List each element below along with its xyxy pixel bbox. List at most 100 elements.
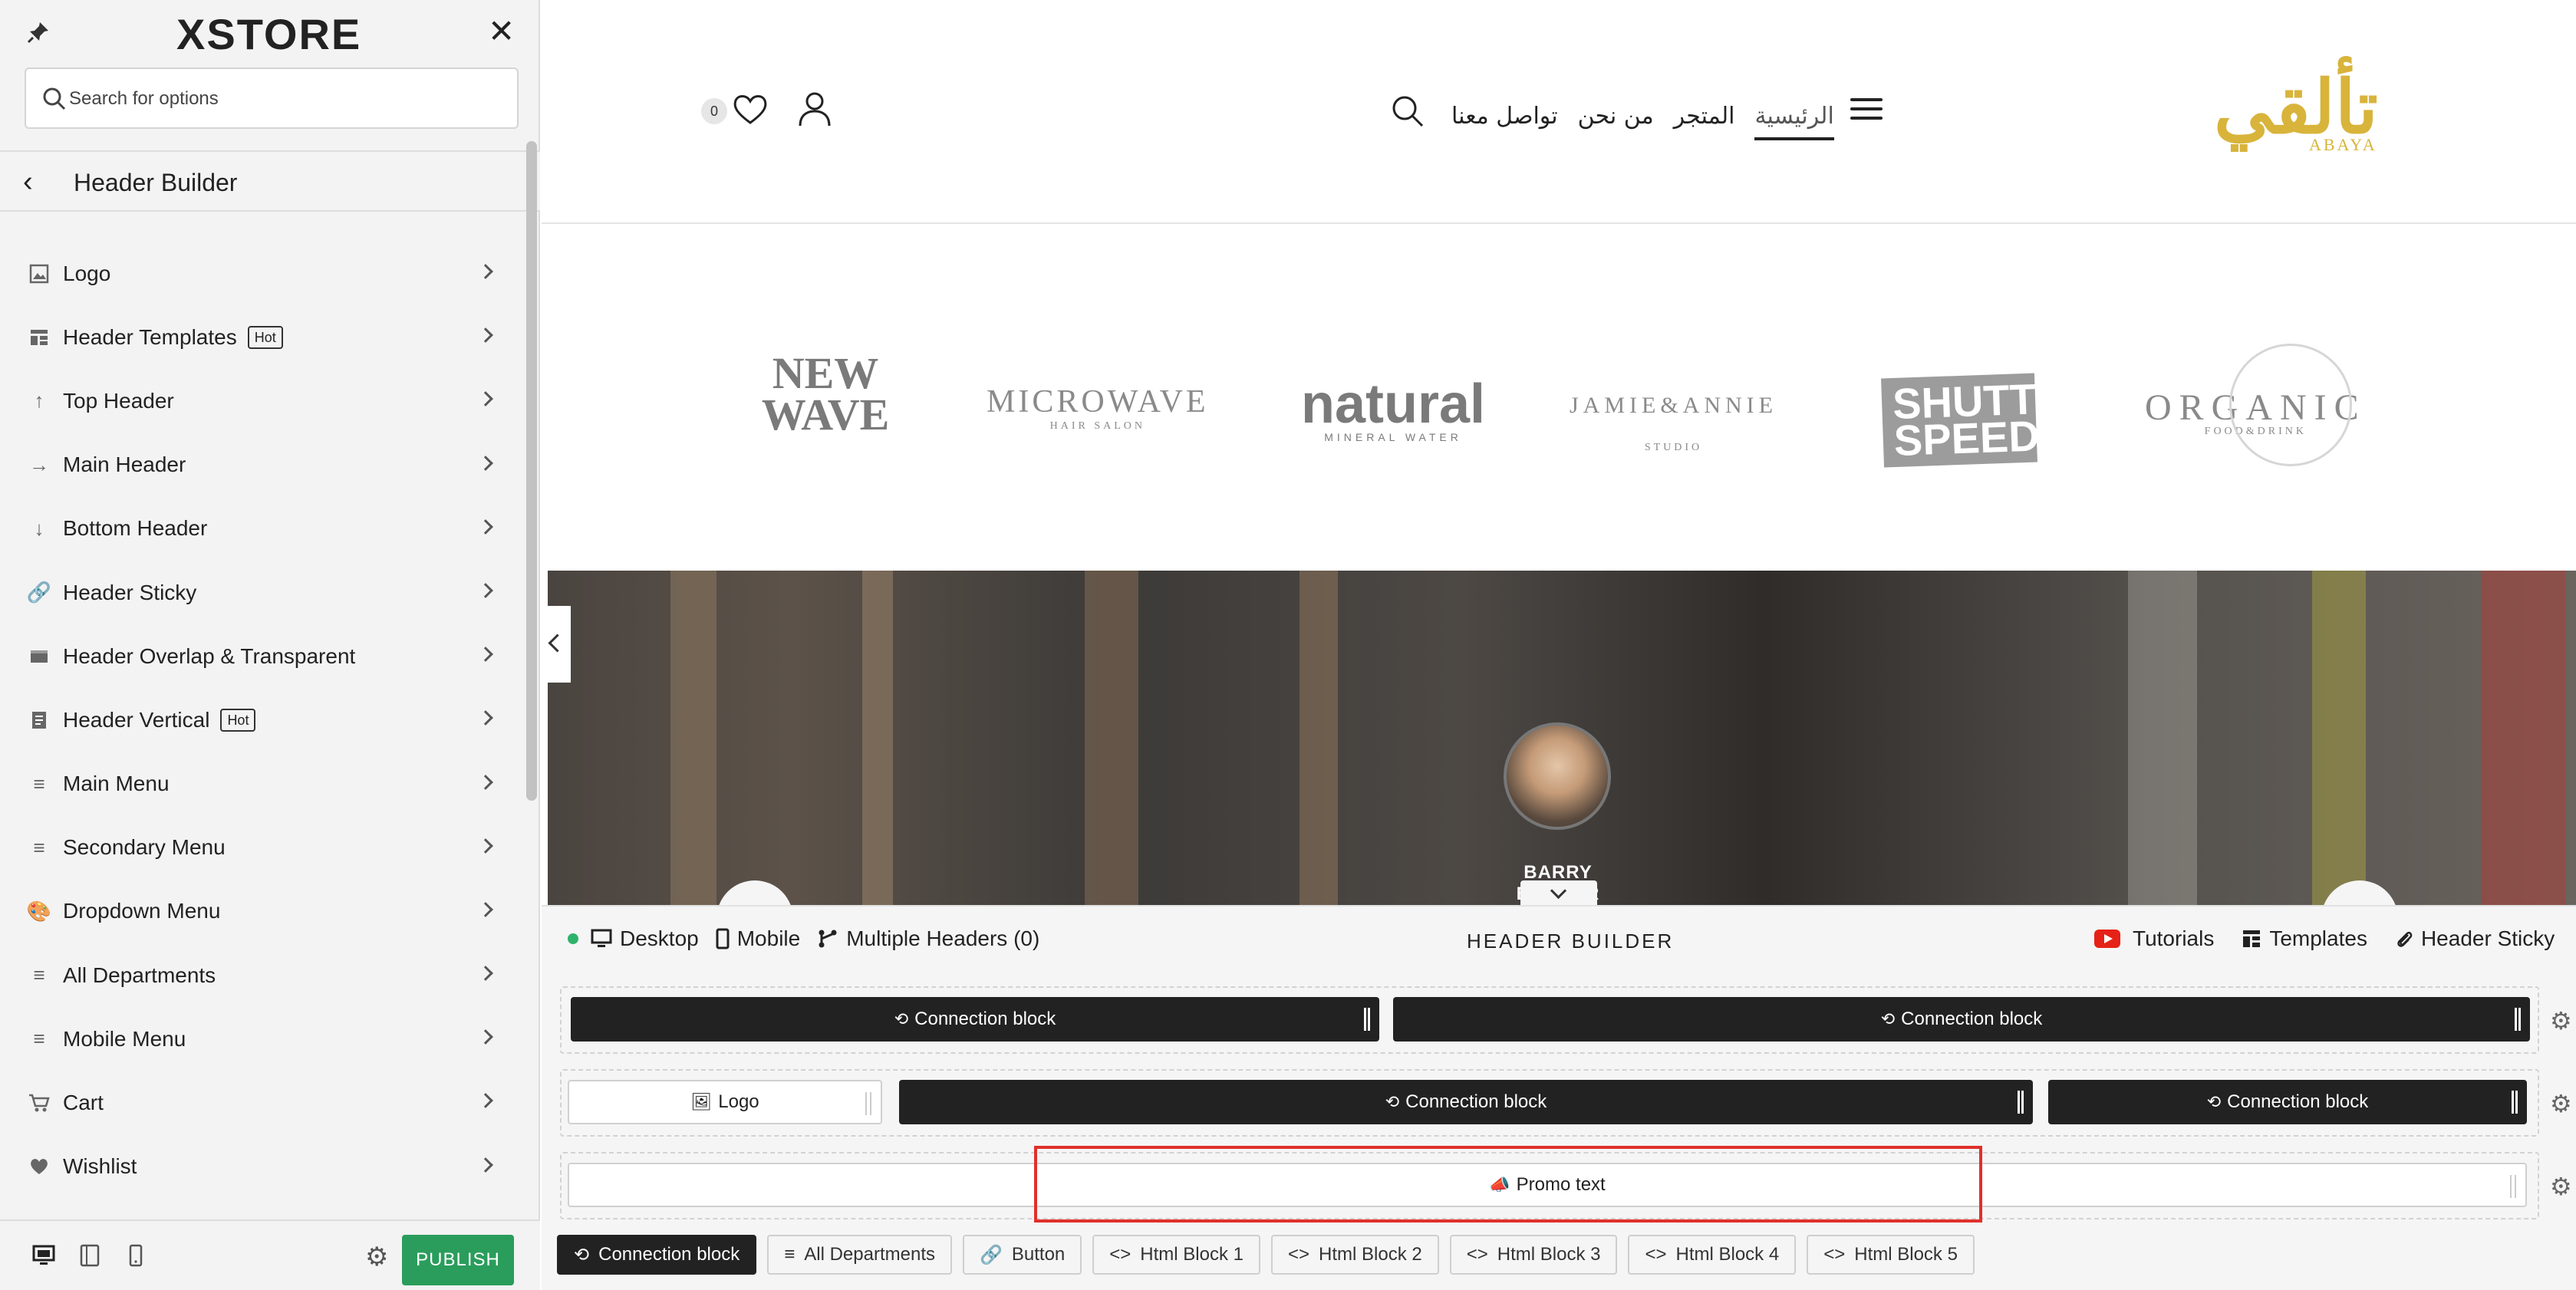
- builder-toggle-chevron-icon[interactable]: [1520, 880, 1597, 905]
- chevron-right-icon: [478, 838, 493, 854]
- search-input[interactable]: [69, 80, 499, 118]
- sidebar-item-label: Header Templates: [63, 324, 237, 349]
- sidebar-footer: ⚙ PUBLISH: [0, 1219, 540, 1290]
- mobile-preview-icon[interactable]: [124, 1244, 147, 1267]
- brand-logos-strip: NEW WAVE MICROWAVE HAIR SALON natural MINE…: [542, 322, 2576, 491]
- sidebar-item-dropdown-menu[interactable]: 🎨 Dropdown Menu: [0, 880, 526, 943]
- cart-icon: [28, 1091, 51, 1114]
- templates-link[interactable]: Templates: [2242, 926, 2367, 951]
- connection-block-label: Connection block: [1901, 1009, 2043, 1029]
- sidebar-item-cart[interactable]: Cart: [0, 1071, 526, 1134]
- nav-link-about[interactable]: من نحن: [1578, 103, 1654, 130]
- connection-block[interactable]: ⟲ Connection block: [571, 997, 1379, 1042]
- element-chip-html-block-2[interactable]: <> Html Block 2: [1271, 1235, 1439, 1275]
- close-icon[interactable]: ✕: [488, 15, 515, 48]
- connection-block[interactable]: ⟲ Connection block: [899, 1080, 2033, 1124]
- brand-logo: XSTORE: [176, 10, 362, 58]
- sidebar-item-main-menu[interactable]: ≡ Main Menu: [0, 752, 526, 816]
- preview-collapse-chevron-icon[interactable]: [542, 606, 571, 683]
- publish-button[interactable]: PUBLISH: [402, 1235, 514, 1285]
- element-chip-html-block-5[interactable]: <> Html Block 5: [1807, 1235, 1975, 1275]
- mobile-icon: [716, 928, 730, 949]
- nav-link-home[interactable]: الرئيسية: [1754, 103, 1834, 140]
- chevron-right-icon: [478, 774, 493, 790]
- nav-link-shop[interactable]: المتجر: [1674, 103, 1735, 130]
- element-chip-connection-block[interactable]: ⟲ Connection block: [557, 1235, 757, 1275]
- tab-mobile[interactable]: Mobile: [716, 926, 800, 951]
- menu-lines-icon: ≡: [33, 963, 45, 987]
- builder-row-bottom: 📣 Promo text: [560, 1152, 2539, 1219]
- element-chip-html-block-3[interactable]: <> Html Block 3: [1449, 1235, 1618, 1275]
- connection-icon: ⟲: [574, 1244, 590, 1265]
- section-title: Header Builder: [74, 169, 238, 196]
- resize-handle[interactable]: [2018, 1091, 2024, 1114]
- element-chip-html-block-4[interactable]: <> Html Block 4: [1628, 1235, 1797, 1275]
- element-chip-html-block-1[interactable]: <> Html Block 1: [1092, 1235, 1260, 1275]
- jamie-subtitle: STUDIO: [1644, 442, 1703, 453]
- site-logo[interactable]: تألقي ABAYA: [2214, 69, 2444, 161]
- header-sticky-link[interactable]: Header Sticky: [2395, 926, 2555, 951]
- section-back-header[interactable]: ‹ Header Builder: [0, 150, 540, 212]
- tablet-preview-icon[interactable]: [78, 1244, 101, 1267]
- sidebar-item-label: Header Overlap & Transparent: [63, 643, 356, 668]
- pin-icon[interactable]: [26, 20, 51, 44]
- resize-handle[interactable]: [865, 1092, 871, 1115]
- settings-gear-icon[interactable]: ⚙: [365, 1244, 388, 1270]
- chevron-right-icon: [478, 901, 493, 917]
- sidebar-item-wishlist[interactable]: Wishlist: [0, 1135, 526, 1199]
- chevron-right-icon: [478, 391, 493, 407]
- sidebar-item-header-sticky[interactable]: 🔗 Header Sticky: [0, 561, 526, 624]
- builder-toolbar: Desktop Mobile Multiple Headers (0) HEAD…: [542, 907, 2576, 977]
- resize-handle[interactable]: [2512, 1091, 2518, 1114]
- logo-block[interactable]: 🖼 Logo: [568, 1080, 882, 1124]
- code-icon: <>: [1288, 1244, 1310, 1265]
- element-chip-button[interactable]: 🔗 Button: [962, 1235, 1082, 1275]
- search-field[interactable]: [25, 67, 519, 129]
- desktop-preview-icon[interactable]: [32, 1244, 55, 1267]
- sidebar-item-all-departments[interactable]: ≡ All Departments: [0, 943, 526, 1007]
- site-search-icon[interactable]: [1390, 94, 1425, 129]
- tab-mobile-label: Mobile: [736, 926, 801, 950]
- chevron-right-icon: [478, 647, 493, 663]
- wishlist-count-badge: 0: [701, 98, 727, 124]
- sidebar-item-top-header[interactable]: ↑ Top Header: [0, 369, 526, 433]
- row-settings-gear-icon[interactable]: ⚙: [2550, 1089, 2572, 1118]
- nav-link-contact[interactable]: تواصل معنا: [1451, 103, 1558, 130]
- promo-text-label: Promo text: [1516, 1174, 1606, 1195]
- tutorials-link[interactable]: Tutorials: [2094, 926, 2214, 951]
- brand-logo-natural: natural MINERAL WATER: [1301, 373, 1485, 443]
- sidebar-item-logo[interactable]: Logo: [0, 242, 526, 305]
- logo-arabic-text: تألقي: [2214, 64, 2378, 150]
- builder-links: Tutorials Templates Header Sticky: [2094, 926, 2555, 951]
- resize-handle[interactable]: [1364, 1008, 1370, 1031]
- row-settings-gear-icon[interactable]: ⚙: [2550, 1172, 2572, 1201]
- sidebar-item-secondary-menu[interactable]: ≡ Secondary Menu: [0, 816, 526, 880]
- code-icon: <>: [1823, 1244, 1846, 1265]
- sidebar-item-mobile-menu[interactable]: ≡ Mobile Menu: [0, 1007, 526, 1071]
- sidebar-item-header-templates[interactable]: Header Templates Hot: [0, 305, 526, 369]
- back-chevron-icon[interactable]: ‹: [23, 166, 33, 199]
- sidebar-scrollbar[interactable]: [526, 141, 537, 801]
- hamburger-menu-icon[interactable]: [1850, 98, 1883, 121]
- tab-multiple-headers[interactable]: Multiple Headers (0): [817, 926, 1039, 951]
- connection-block[interactable]: ⟲ Connection block: [1393, 997, 2530, 1042]
- chip-label: Connection block: [598, 1244, 740, 1265]
- tab-desktop[interactable]: Desktop: [568, 926, 699, 951]
- site-preview: 0 الرئيسية المتجر من نحن تواصل معنا تألق…: [542, 0, 2576, 905]
- wishlist-heart-icon[interactable]: [732, 92, 769, 126]
- sidebar-item-main-header[interactable]: → Main Header: [0, 433, 526, 497]
- sidebar-item-header-overlap[interactable]: Header Overlap & Transparent: [0, 624, 526, 688]
- sidebar-item-header-vertical[interactable]: Header Vertical Hot: [0, 688, 526, 752]
- sidebar-item-label: Bottom Header: [63, 516, 208, 541]
- promo-text-block[interactable]: 📣 Promo text: [568, 1163, 2527, 1207]
- sidebar-item-bottom-header[interactable]: ↓ Bottom Header: [0, 497, 526, 561]
- chip-label: Html Block 4: [1675, 1244, 1780, 1265]
- row-settings-gear-icon[interactable]: ⚙: [2550, 1006, 2572, 1035]
- connection-block[interactable]: ⟲ Connection block: [2048, 1080, 2527, 1124]
- account-user-icon[interactable]: [798, 90, 832, 127]
- resize-handle[interactable]: [2510, 1175, 2516, 1198]
- youtube-icon: [2094, 930, 2120, 948]
- element-chip-all-departments[interactable]: ≡ All Departments: [767, 1235, 952, 1275]
- desktop-icon: [591, 929, 612, 947]
- resize-handle[interactable]: [2515, 1008, 2521, 1031]
